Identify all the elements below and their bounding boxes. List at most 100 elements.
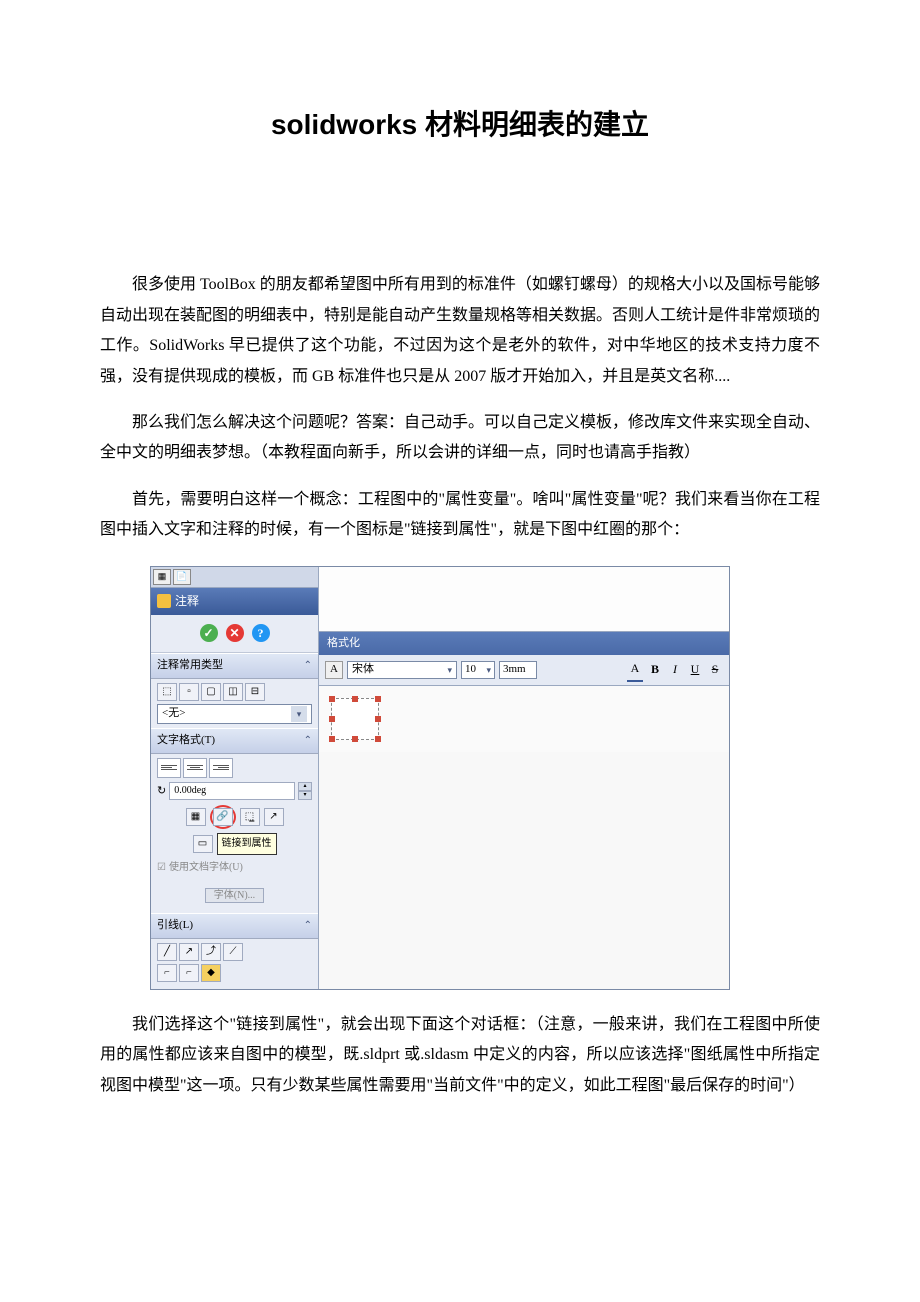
leader-section-header[interactable]: 引线(L) ⌃ xyxy=(151,913,318,939)
text-insertion-box[interactable] xyxy=(331,698,379,740)
resize-handle[interactable] xyxy=(329,696,335,702)
resize-handle[interactable] xyxy=(375,696,381,702)
align-left-button[interactable] xyxy=(157,758,181,778)
dropdown-arrow-icon-3: ▾ xyxy=(486,662,491,678)
leader-icon-1[interactable]: ╱ xyxy=(157,943,177,961)
bold-button[interactable]: B xyxy=(647,659,663,681)
ok-button[interactable]: ✓ xyxy=(200,624,218,642)
spin-down[interactable]: ▾ xyxy=(298,791,312,800)
link-to-property-button[interactable]: 🔗 xyxy=(213,808,233,826)
link-icons-row: ▦ 🔗 ⬚̲ ↗ xyxy=(157,805,312,829)
app-window: ▦ 📄 注释 ✓ ✕ ? 注释常用类型 ⌃ ⬚ ▫ ▢ xyxy=(150,566,730,990)
format-controls: A 宋体 ▾ 10 ▾ 3mm A B I U xyxy=(319,655,729,685)
types-label: 注释常用类型 xyxy=(157,656,223,676)
type-icon-2[interactable]: ▫ xyxy=(179,683,199,701)
annotation-title: 注释 xyxy=(175,591,199,613)
paragraph-1: 很多使用 ToolBox 的朋友都希望图中所有用到的标准件（如螺钉螺母）的规格大… xyxy=(100,270,820,392)
type-dropdown-value: <无> xyxy=(162,704,185,724)
leader-icons: ╱ ↗ ⤴ ⟋ xyxy=(157,943,312,961)
resize-handle[interactable] xyxy=(352,696,358,702)
style-a-button[interactable]: A xyxy=(627,658,643,682)
resize-handle[interactable] xyxy=(375,736,381,742)
insert-icon-4[interactable]: ↗ xyxy=(264,808,284,826)
align-right-button[interactable] xyxy=(209,758,233,778)
spin-up[interactable]: ▴ xyxy=(298,782,312,791)
leader-section-body: ╱ ↗ ⤴ ⟋ ⌐ ⌐ ◆ xyxy=(151,939,318,989)
insert-icon-1[interactable]: ▦ xyxy=(186,808,206,826)
font-unit-select[interactable]: 3mm xyxy=(499,661,537,679)
property-panel: ▦ 📄 注释 ✓ ✕ ? 注释常用类型 ⌃ ⬚ ▫ ▢ xyxy=(151,567,319,989)
format-toolbar-title: 格式化 xyxy=(319,632,729,656)
annotation-icon xyxy=(157,594,171,608)
link-tooltip: 链接到属性 xyxy=(217,833,277,855)
panel-tab-1[interactable]: ▦ xyxy=(153,569,171,585)
paragraph-4: 我们选择这个"链接到属性"，就会出现下面这个对话框：（注意，一般来讲，我们在工程… xyxy=(100,1010,820,1101)
font-checkbox-row: ☑ 使用文档字体(U) xyxy=(157,859,312,877)
font-unit-value: 3mm xyxy=(503,660,526,680)
format-section-header[interactable]: 文字格式(T) ⌃ xyxy=(151,728,318,754)
document-title: solidworks 材料明细表的建立 xyxy=(100,100,820,150)
angle-icon: ↻ xyxy=(157,782,166,802)
font-family-select[interactable]: 宋体 ▾ xyxy=(347,661,457,679)
insert-icon-5[interactable]: ▭ xyxy=(193,835,213,853)
leader-icon-4[interactable]: ⟋ xyxy=(223,943,243,961)
leader-icon-6[interactable]: ⌐ xyxy=(179,964,199,982)
type-icon-5[interactable]: ⊟ xyxy=(245,683,265,701)
angle-row: ↻ 0.00deg ▴ ▾ xyxy=(157,782,312,802)
chevron-up-icon-2: ⌃ xyxy=(304,732,312,750)
type-icons: ⬚ ▫ ▢ ◫ ⊟ xyxy=(157,683,312,701)
drawing-canvas[interactable] xyxy=(319,686,729,752)
format-toolbar: 格式化 A 宋体 ▾ 10 ▾ 3mm A B xyxy=(319,631,729,686)
leader-icons-2: ⌐ ⌐ ◆ xyxy=(157,964,312,982)
align-center-button[interactable] xyxy=(183,758,207,778)
font-preview-icon[interactable]: A xyxy=(325,661,343,679)
link-to-property-circle: 🔗 xyxy=(210,805,236,829)
font-checkbox-label: 使用文档字体(U) xyxy=(169,859,243,877)
checkbox-icon[interactable]: ☑ xyxy=(157,859,166,877)
chevron-up-icon-3: ⌃ xyxy=(304,917,312,935)
chevron-up-icon: ⌃ xyxy=(304,657,312,675)
type-dropdown[interactable]: <无> ▾ xyxy=(157,704,312,724)
type-icon-4[interactable]: ◫ xyxy=(223,683,243,701)
type-icon-3[interactable]: ▢ xyxy=(201,683,221,701)
annotation-header: 注释 xyxy=(151,588,318,616)
blank-area xyxy=(319,567,729,631)
canvas-panel: 格式化 A 宋体 ▾ 10 ▾ 3mm A B xyxy=(319,567,729,989)
dropdown-arrow-icon-2: ▾ xyxy=(447,662,452,678)
help-button[interactable]: ? xyxy=(252,624,270,642)
paragraph-2: 那么我们怎么解决这个问题呢？答案：自己动手。可以自己定义模板，修改库文件来实现全… xyxy=(100,408,820,469)
leader-icon-5[interactable]: ⌐ xyxy=(157,964,177,982)
panel-tabs: ▦ 📄 xyxy=(151,567,318,588)
leader-label: 引线(L) xyxy=(157,916,193,936)
action-buttons: ✓ ✕ ? xyxy=(151,615,318,653)
solidworks-screenshot: ▦ 📄 注释 ✓ ✕ ? 注释常用类型 ⌃ ⬚ ▫ ▢ xyxy=(150,566,820,990)
type-icon-1[interactable]: ⬚ xyxy=(157,683,177,701)
leader-icon-2[interactable]: ↗ xyxy=(179,943,199,961)
paragraph-3: 首先，需要明白这样一个概念：工程图中的"属性变量"。啥叫"属性变量"呢？我们来看… xyxy=(100,485,820,546)
resize-handle[interactable] xyxy=(329,736,335,742)
insert-icon-3[interactable]: ⬚̲ xyxy=(240,808,260,826)
dropdown-arrow-icon: ▾ xyxy=(291,706,307,722)
font-family-value: 宋体 xyxy=(352,660,374,680)
angle-spinner: ▴ ▾ xyxy=(298,782,312,800)
types-section-header[interactable]: 注释常用类型 ⌃ xyxy=(151,653,318,679)
resize-handle[interactable] xyxy=(375,716,381,722)
underline-button[interactable]: U xyxy=(687,659,703,681)
format-label: 文字格式(T) xyxy=(157,731,215,751)
font-size-select[interactable]: 10 ▾ xyxy=(461,661,495,679)
angle-input[interactable]: 0.00deg xyxy=(169,782,295,800)
cancel-button[interactable]: ✕ xyxy=(226,624,244,642)
strike-button[interactable]: S xyxy=(707,659,723,681)
panel-tab-2[interactable]: 📄 xyxy=(173,569,191,585)
leader-icon-3[interactable]: ⤴ xyxy=(201,943,221,961)
link-icons-row-2: ▭ 链接到属性 xyxy=(157,833,312,855)
resize-handle[interactable] xyxy=(329,716,335,722)
font-button[interactable]: 字体(N)... xyxy=(205,888,264,903)
italic-button[interactable]: I xyxy=(667,659,683,681)
leader-icon-7[interactable]: ◆ xyxy=(201,964,221,982)
font-size-value: 10 xyxy=(465,660,476,680)
resize-handle[interactable] xyxy=(352,736,358,742)
types-section-body: ⬚ ▫ ▢ ◫ ⊟ <无> ▾ xyxy=(151,679,318,728)
format-section-body: ↻ 0.00deg ▴ ▾ ▦ 🔗 ⬚̲ ↗ ▭ xyxy=(151,754,318,914)
alignment-buttons xyxy=(157,758,312,778)
